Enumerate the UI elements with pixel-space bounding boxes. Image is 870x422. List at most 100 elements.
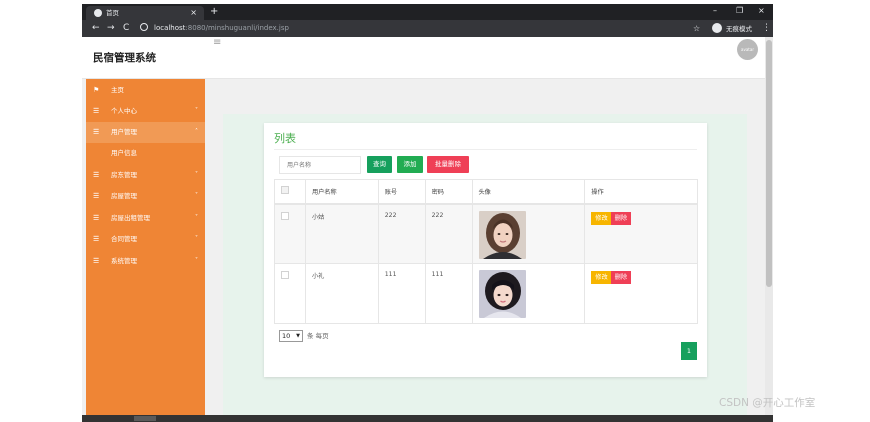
cell-password: 222 — [424, 203, 473, 264]
browser-tab-bar: 首页 × + – ❐ × — [82, 4, 773, 20]
row-checkbox[interactable] — [281, 271, 289, 279]
edit-button[interactable]: 修改 — [591, 211, 612, 225]
url-host: localhost — [154, 24, 186, 32]
cell-name: 小姑 — [304, 203, 379, 264]
scrollbar[interactable] — [765, 37, 773, 415]
delete-button[interactable]: 删除 — [610, 211, 632, 225]
column-header-avatar: 头像 — [471, 179, 586, 205]
info-icon[interactable] — [140, 23, 148, 31]
sidebar-item-label: 合同管理 — [111, 235, 137, 243]
sidebar-item-user-management[interactable]: ☰ 用户管理 ˄ — [86, 122, 205, 143]
user-table: 用户名称 账号 密码 头像 操作 小姑 222 222 修改 删除 小礼 111… — [274, 179, 698, 324]
batch-delete-button[interactable]: 批量删除 — [427, 156, 469, 173]
column-header-name: 用户名称 — [304, 179, 379, 205]
page-size-value: 10 — [282, 332, 291, 340]
select-all-cell — [274, 179, 306, 205]
app-header: ≡ 民宿管理系统 avatar — [82, 37, 773, 79]
tab-title: 首页 — [106, 9, 119, 17]
list-icon: ☰ — [93, 192, 100, 200]
cell-actions: 修改 删除 — [584, 203, 698, 264]
sidebar-item-label: 系统管理 — [111, 257, 137, 265]
incognito-label: 无痕模式 — [726, 25, 752, 33]
list-icon: ☰ — [93, 128, 100, 136]
chevron-down-icon: ˅ — [195, 192, 198, 199]
window-close-icon[interactable]: × — [758, 5, 765, 17]
minimize-icon[interactable]: – — [713, 5, 717, 17]
table-row: 小姑 222 222 修改 删除 — [274, 203, 698, 264]
select-all-checkbox[interactable] — [281, 185, 289, 194]
sidebar-item-label: 主页 — [111, 86, 124, 94]
sidebar-subitem-user-info[interactable]: 用户信息 — [86, 143, 205, 164]
screen: 首页 × + – ❐ × ← → C localhost:8080/minshu… — [0, 0, 870, 422]
sidebar-item-label: 房屋管理 — [111, 192, 137, 200]
list-icon: ☰ — [93, 235, 100, 243]
globe-icon — [94, 9, 102, 17]
sidebar: ⚑ 主页 ☰ 个人中心 ˅ ☰ 用户管理 ˄ 用户信息 ☰ 房东管理 ˅ ☰ 房… — [86, 79, 205, 415]
list-icon: ☰ — [93, 171, 100, 179]
cell-avatar — [471, 263, 586, 324]
page-size-select[interactable]: 10 ▼ — [279, 330, 303, 342]
cell-account: 222 — [377, 203, 426, 264]
list-icon: ☰ — [93, 257, 100, 265]
list-card: 列表 查询 添加 批量删除 用户名称 账号 密码 头像 操作 — [264, 123, 707, 377]
column-header-actions: 操作 — [584, 179, 698, 205]
forward-icon[interactable]: → — [107, 23, 115, 34]
sidebar-item-home[interactable]: ⚑ 主页 — [86, 80, 205, 101]
sidebar-item-rental-management[interactable]: ☰ 房屋出租管理 ˅ — [86, 208, 205, 229]
chevron-down-icon: ˅ — [195, 235, 198, 242]
avatar[interactable]: avatar — [737, 39, 758, 60]
scrollbar-thumb[interactable] — [766, 40, 772, 287]
column-header-account: 账号 — [377, 179, 426, 205]
url-field[interactable]: localhost:8080/minshuguanli/index.jsp — [140, 23, 620, 34]
query-button[interactable]: 查询 — [367, 156, 392, 173]
cell-account: 111 — [377, 263, 426, 324]
table-header-row: 用户名称 账号 密码 头像 操作 — [274, 179, 698, 205]
chevron-down-icon: ˅ — [195, 107, 198, 114]
site-title: 民宿管理系统 — [93, 52, 156, 64]
new-tab-icon[interactable]: + — [210, 6, 218, 18]
row-checkbox[interactable] — [281, 211, 289, 220]
list-icon: ☰ — [93, 107, 100, 115]
divider — [274, 149, 697, 150]
sidebar-item-label: 个人中心 — [111, 107, 137, 115]
browser-menu-icon[interactable]: ⋮ — [762, 23, 771, 34]
reload-icon[interactable]: C — [123, 23, 129, 34]
column-header-password: 密码 — [424, 179, 473, 205]
sidebar-item-system-management[interactable]: ☰ 系统管理 ˅ — [86, 251, 205, 272]
user-avatar-image — [478, 210, 526, 259]
row-select-cell — [274, 203, 306, 264]
menu-toggle-icon[interactable]: ≡ — [213, 38, 221, 48]
back-icon[interactable]: ← — [92, 23, 100, 34]
tab-close-icon[interactable]: × — [190, 8, 197, 17]
restore-icon[interactable]: ❐ — [736, 5, 743, 17]
list-icon: ☰ — [93, 214, 100, 222]
sidebar-item-label: 用户管理 — [111, 128, 137, 136]
sidebar-item-house-management[interactable]: ☰ 房屋管理 ˅ — [86, 186, 205, 207]
sidebar-item-contract-management[interactable]: ☰ 合同管理 ˅ — [86, 229, 205, 250]
search-input[interactable] — [279, 156, 361, 174]
sidebar-item-personal-center[interactable]: ☰ 个人中心 ˅ — [86, 101, 205, 122]
pagination-page-button[interactable]: 1 — [681, 342, 697, 360]
taskbar-item[interactable] — [134, 416, 156, 421]
user-avatar-image — [478, 270, 526, 318]
web-page: ≡ 民宿管理系统 avatar ⚑ 主页 ☰ 个人中心 ˅ ☰ 用户管理 ˄ 用… — [82, 37, 773, 415]
chevron-down-icon: ˅ — [195, 214, 198, 221]
browser-tab[interactable]: 首页 × — [86, 6, 204, 20]
star-icon[interactable]: ☆ — [693, 23, 700, 34]
chevron-down-icon: ▼ — [296, 333, 300, 339]
delete-button[interactable]: 删除 — [610, 271, 632, 284]
cell-name: 小礼 — [304, 263, 379, 324]
cell-actions: 修改 删除 — [584, 263, 698, 324]
incognito-icon — [712, 23, 722, 33]
edit-button[interactable]: 修改 — [591, 271, 612, 284]
sidebar-item-landlord-management[interactable]: ☰ 房东管理 ˅ — [86, 165, 205, 186]
incognito-indicator[interactable]: 无痕模式 — [712, 23, 752, 35]
sidebar-item-label: 房屋出租管理 — [111, 214, 150, 222]
table-row: 小礼 111 111 修改 删除 — [274, 263, 698, 324]
taskbar — [82, 415, 773, 422]
cell-avatar — [471, 203, 586, 264]
page-size-suffix: 条 每页 — [307, 332, 329, 340]
watermark: CSDN @开心工作室 — [719, 397, 816, 409]
add-button[interactable]: 添加 — [397, 156, 423, 173]
chevron-down-icon: ˅ — [195, 171, 198, 178]
